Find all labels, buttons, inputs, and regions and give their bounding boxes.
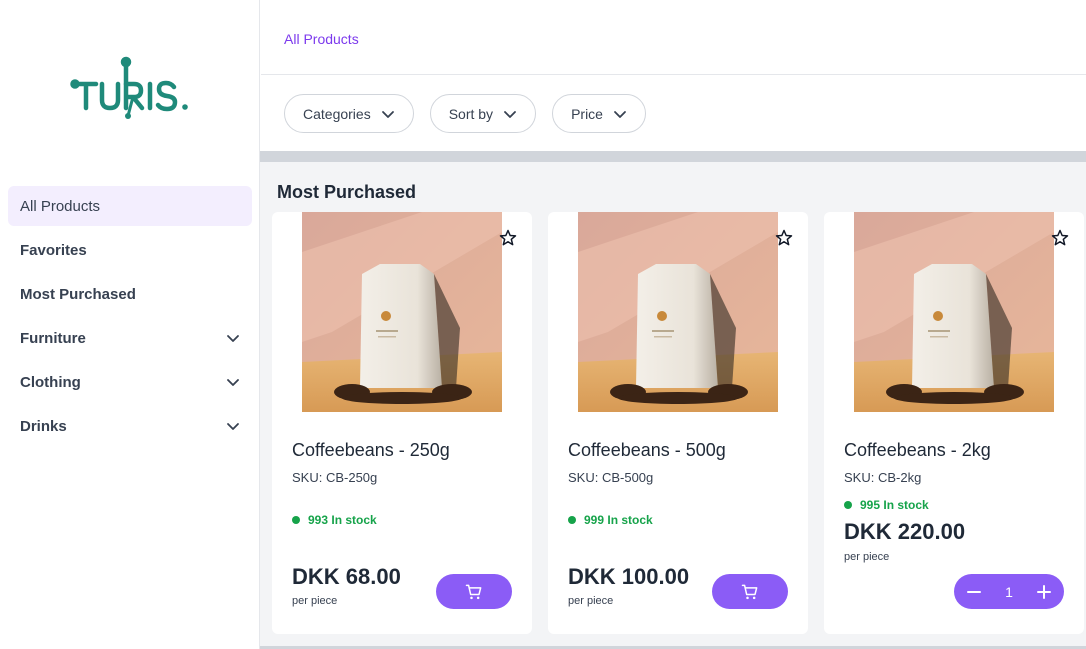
stock-text: 993 In stock: [308, 513, 377, 527]
sidebar-item-drinks[interactable]: Drinks: [8, 406, 252, 446]
stock-dot-icon: [844, 501, 852, 509]
product-sku: SKU: CB-500g: [568, 470, 654, 485]
turis-logo[interactable]: [70, 56, 194, 122]
sidebar-item-label: Drinks: [20, 417, 67, 435]
chevron-down-icon: [381, 110, 394, 118]
filter-label: Price: [571, 105, 603, 122]
product-name: Coffeebeans - 250g: [292, 440, 450, 460]
add-to-cart-button[interactable]: [712, 574, 788, 609]
sidebar-item-label: Most Purchased: [20, 285, 136, 303]
chevron-down-icon: [504, 110, 516, 118]
chevron-down-icon[interactable]: [226, 419, 240, 433]
filter-label: Categories: [303, 105, 371, 122]
minus-icon: [967, 590, 981, 593]
chevron-down-icon[interactable]: [226, 331, 240, 345]
stock-status: 995 In stock: [844, 498, 929, 512]
sort-by-filter-button[interactable]: Sort by: [429, 94, 537, 133]
quantity-stepper: 1: [954, 574, 1064, 609]
sidebar-item-all-products[interactable]: All Products: [8, 186, 252, 226]
stock-dot-icon: [568, 516, 576, 524]
stock-status: 999 In stock: [568, 513, 653, 527]
quantity-value[interactable]: 1: [1005, 584, 1013, 600]
product-image[interactable]: [302, 212, 502, 412]
stock-dot-icon: [292, 516, 300, 524]
product-image[interactable]: [578, 212, 778, 412]
sidebar-item-clothing[interactable]: Clothing: [8, 362, 252, 402]
add-to-cart-button[interactable]: [436, 574, 512, 609]
sidebar-nav: All Products Favorites Most Purchased Fu…: [8, 186, 252, 450]
stock-text: 995 In stock: [860, 498, 929, 512]
product-price: DKK 100.00: [568, 564, 690, 589]
plus-icon: [1036, 584, 1051, 599]
cart-icon: [741, 584, 758, 599]
section-divider: [260, 151, 1086, 162]
product-price: DKK 220.00: [844, 519, 966, 544]
product-card[interactable]: Coffeebeans - 250g SKU: CB-250g 993 In s…: [272, 212, 532, 634]
stock-text: 999 In stock: [584, 513, 653, 527]
sidebar: All Products Favorites Most Purchased Fu…: [0, 0, 260, 649]
price-filter-button[interactable]: Price: [552, 94, 646, 133]
chevron-down-icon: [614, 110, 626, 118]
product-price: DKK 68.00: [292, 564, 401, 589]
increase-quantity-button[interactable]: [1034, 582, 1054, 602]
star-icon[interactable]: [498, 228, 518, 248]
product-name: Coffeebeans - 2kg: [844, 440, 991, 460]
breadcrumb-all-products[interactable]: All Products: [284, 31, 359, 47]
sidebar-item-favorites[interactable]: Favorites: [8, 230, 252, 270]
price-unit: per piece: [844, 551, 890, 563]
sidebar-item-label: Favorites: [20, 241, 87, 259]
filter-label: Sort by: [448, 105, 494, 122]
decrease-quantity-button[interactable]: [964, 582, 984, 602]
star-icon[interactable]: [1050, 228, 1070, 248]
sidebar-item-most-purchased[interactable]: Most Purchased: [8, 274, 252, 314]
sidebar-item-label: All Products: [20, 197, 101, 215]
price-unit: per piece: [292, 595, 338, 607]
sidebar-item-label: Clothing: [20, 373, 81, 391]
sidebar-item-furniture[interactable]: Furniture: [8, 318, 252, 358]
product-sku: SKU: CB-250g: [292, 470, 378, 485]
star-icon[interactable]: [774, 228, 794, 248]
cart-icon: [465, 584, 482, 599]
products-area: Most Purchased Coffeebeans - 250g SKU: C…: [260, 162, 1086, 649]
top-bar: All Products: [261, 0, 1086, 75]
product-card[interactable]: Coffeebeans - 500g SKU: CB-500g 999 In s…: [548, 212, 808, 634]
stock-status: 993 In stock: [292, 513, 377, 527]
section-title: Most Purchased: [277, 182, 417, 202]
sidebar-item-label: Furniture: [20, 329, 86, 347]
product-name: Coffeebeans - 500g: [568, 440, 726, 460]
product-card[interactable]: Coffeebeans - 2kg SKU: CB-2kg 995 In sto…: [824, 212, 1084, 634]
product-image[interactable]: [854, 212, 1054, 412]
filter-bar: Categories Sort by Price: [261, 76, 1086, 151]
categories-filter-button[interactable]: Categories: [284, 94, 414, 133]
product-sku: SKU: CB-2kg: [844, 470, 922, 485]
price-unit: per piece: [568, 595, 614, 607]
chevron-down-icon[interactable]: [226, 375, 240, 389]
